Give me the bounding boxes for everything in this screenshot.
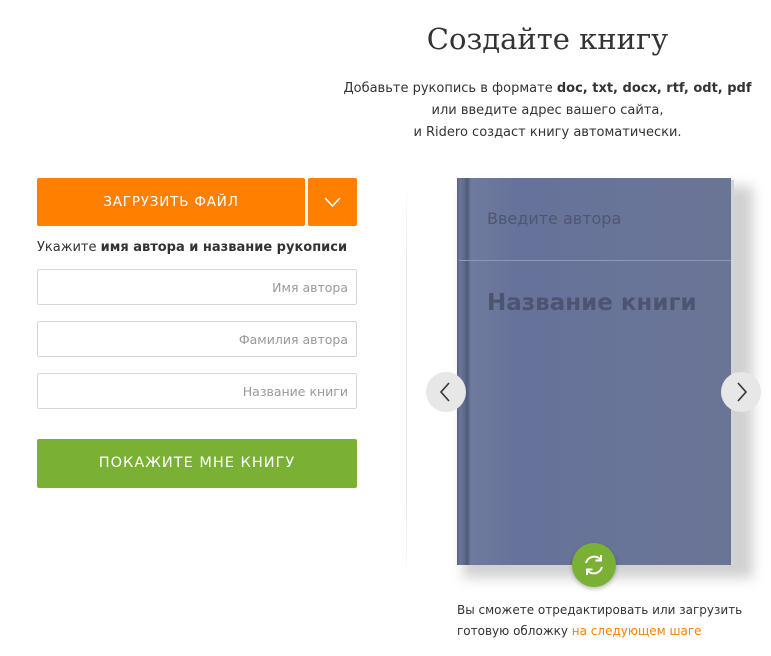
author-last-name-input[interactable] xyxy=(37,321,357,357)
note-line2: готовую обложку xyxy=(457,624,572,638)
subtitle-formats: doc, txt, docx, rtf, odt, pdf xyxy=(556,81,752,96)
subtitle-line3: и Ridero создаст книгу автоматически. xyxy=(413,125,682,140)
author-first-name-input[interactable] xyxy=(37,269,357,305)
cover-title-placeholder[interactable]: Название книги xyxy=(487,290,697,316)
cover-divider xyxy=(459,260,731,261)
upload-options-dropdown[interactable] xyxy=(308,178,357,226)
book-cover-preview xyxy=(457,178,731,565)
column-divider xyxy=(406,178,407,588)
hint-prefix: Укажите xyxy=(37,240,101,255)
chevron-left-icon xyxy=(439,382,450,402)
next-step-link[interactable]: на следующем шаге xyxy=(572,624,702,638)
note-line1: Вы сможете отредактировать или загрузить xyxy=(457,603,743,617)
show-book-button[interactable]: ПОКАЖИТЕ МНЕ КНИГУ xyxy=(37,439,357,488)
book-title-input[interactable] xyxy=(37,373,357,409)
hint-bold: имя автора и название рукописи xyxy=(100,240,348,255)
refresh-icon xyxy=(585,555,603,575)
chevron-right-icon xyxy=(737,382,748,402)
subtitle-prefix: Добавьте рукопись в формате xyxy=(343,81,557,96)
prev-cover-button[interactable] xyxy=(426,372,466,412)
upload-file-button[interactable]: ЗАГРУЗИТЬ ФАЙЛ xyxy=(37,178,305,226)
cover-author-placeholder[interactable]: Введите автора xyxy=(487,209,621,228)
refresh-cover-button[interactable] xyxy=(572,543,616,587)
page-title: Создайте книгу xyxy=(426,22,669,56)
next-cover-button[interactable] xyxy=(721,372,761,412)
page-subtitle: Добавьте рукопись в формате doc, txt, do… xyxy=(330,78,765,144)
subtitle-line2: или введите адрес вашего сайта, xyxy=(431,103,664,118)
chevron-down-icon xyxy=(324,197,341,208)
form-hint: Укажите имя автора и название рукописи xyxy=(37,240,347,255)
cover-note: Вы сможете отредактировать или загрузить… xyxy=(457,600,757,642)
